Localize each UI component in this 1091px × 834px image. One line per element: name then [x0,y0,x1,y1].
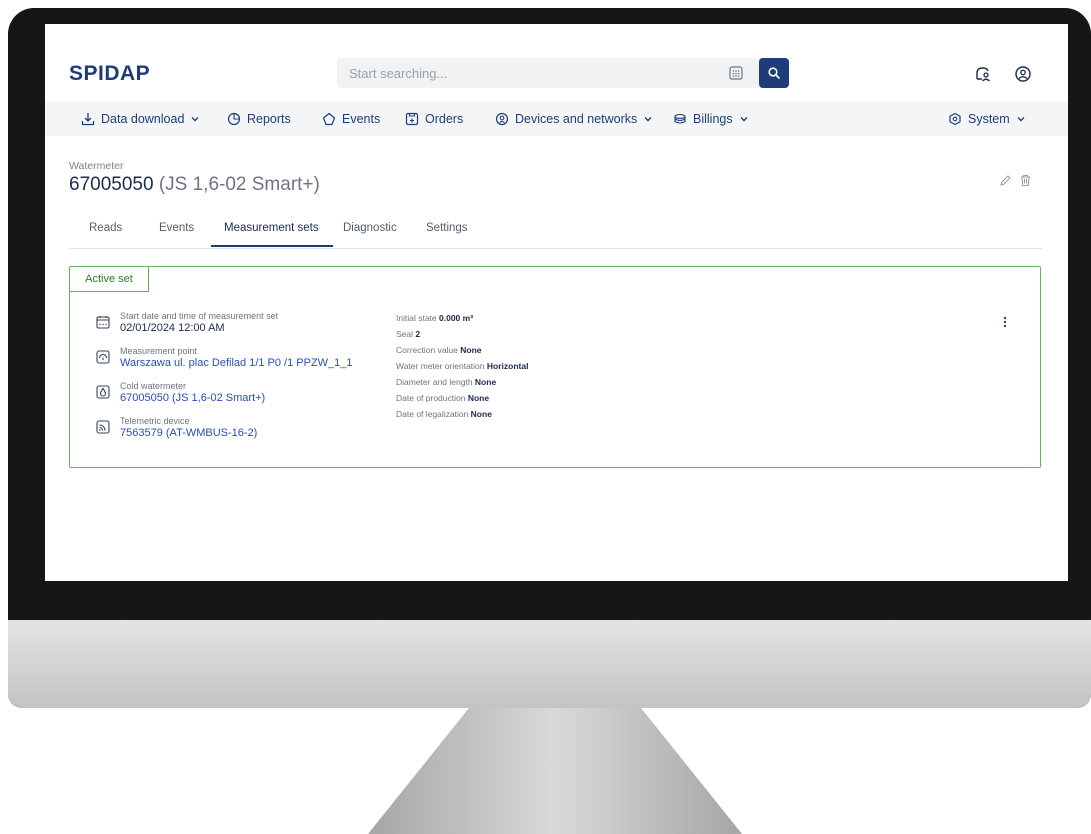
prop-value: None [474,377,497,387]
nav-data-download[interactable]: Data download [81,102,200,136]
prop-production-date: Date of production None [396,393,489,403]
active-set-label: Active set [70,267,149,292]
chevron-down-icon [644,117,652,122]
field-label: Cold watermeter [120,381,187,391]
tab-bar: Reads Events Measurement sets Diagnostic… [69,214,1042,249]
nav-label: Reports [247,112,291,126]
watermeter-icon [96,385,110,399]
monitor-stand [368,708,742,834]
orders-icon [405,112,419,126]
prop-diameter-length: Diameter and length None [396,377,496,387]
prop-value: None [467,393,490,403]
prop-value: 2 [415,329,421,339]
events-icon [322,112,336,126]
app-screen: SPIDAP Data download Repor [45,24,1068,581]
chevron-down-icon [1017,117,1025,122]
field-label: Telemetric device [120,416,190,426]
prop-value: Horizontal [486,361,529,371]
tab-events[interactable]: Events [159,222,194,234]
prop-label: Water meter orientation [396,361,485,371]
prop-legalization-date: Date of legalization None [396,409,492,419]
measurement-point-icon [96,350,110,364]
devices-icon [495,112,509,126]
tab-settings[interactable]: Settings [426,222,468,234]
prop-correction-value: Correction value None [396,345,482,355]
prop-orientation: Water meter orientation Horizontal [396,361,528,371]
telemetric-device-icon [96,420,110,434]
search-input[interactable] [337,58,729,88]
prop-label: Initial state [396,313,437,323]
nav-events[interactable]: Events [322,102,380,136]
user-account-icon[interactable] [1013,64,1033,84]
delete-icon[interactable] [1018,173,1032,187]
monitor-chin [8,620,1091,708]
search-button[interactable] [759,58,789,88]
prop-label: Correction value [396,345,458,355]
chevron-down-icon [740,117,748,122]
main-navbar: Data download Reports Events Orders Devi… [45,102,1068,136]
search-bar [337,58,789,88]
calendar-icon [96,316,110,329]
nav-label: Events [342,112,381,126]
nav-system[interactable]: System [948,102,1026,136]
field-value: 02/01/2024 12:00 AM [120,322,225,334]
field-label: Start date and time of measurement set [120,311,279,321]
prop-value: 0.000 m³ [439,313,474,323]
nav-label: Orders [425,112,464,126]
edit-icon[interactable] [998,173,1012,187]
notification-user-icon[interactable] [973,64,993,84]
breadcrumb: Watermeter [69,160,124,172]
prop-label: Diameter and length [396,377,473,387]
nav-billings[interactable]: Billings [673,102,749,136]
tab-measurement-sets[interactable]: Measurement sets [224,222,319,234]
calendar-icon[interactable] [727,64,745,82]
prop-value: None [470,409,492,419]
prop-label: Seal [396,329,414,339]
download-icon [81,113,95,126]
nav-label: Billings [693,112,733,126]
nav-devices-and-networks[interactable]: Devices and networks [495,102,653,136]
active-tab-indicator [211,245,333,247]
prop-seal: Seal 2 [396,329,420,339]
nav-orders[interactable]: Orders [405,102,463,136]
search-icon [768,67,780,79]
page-title: 67005050 (JS 1,6-02 Smart+) [69,174,320,196]
prop-label: Date of legalization [396,409,469,419]
measurement-point-link[interactable]: Warszawa ul. plac Defilad 1/1 P0 /1 PPZW… [120,357,353,369]
title-main: 67005050 [69,174,154,195]
nav-label: Data download [101,112,185,126]
active-set-card: Active set Start date and time of measur… [69,266,1041,468]
tab-reads[interactable]: Reads [89,222,122,234]
prop-initial-state: Initial state 0.000 m³ [396,313,473,323]
telemetric-device-link[interactable]: 7563579 (AT-WMBUS-16-2) [120,427,257,439]
prop-value: None [460,345,482,355]
title-model: (JS 1,6-02 Smart+) [153,174,320,195]
reports-icon [227,112,241,126]
nav-reports[interactable]: Reports [227,102,291,136]
tab-diagnostic[interactable]: Diagnostic [343,222,397,234]
field-label: Measurement point [120,346,198,356]
system-icon [949,112,961,126]
watermeter-link[interactable]: 67005050 (JS 1,6-02 Smart+) [120,392,265,404]
billings-icon [674,113,686,124]
chevron-down-icon [191,117,199,122]
nav-label: Devices and networks [515,112,638,126]
monitor-frame: SPIDAP Data download Repor [8,8,1091,708]
prop-label: Date of production [396,393,466,403]
more-options-icon[interactable] [998,315,1012,329]
app-logo[interactable]: SPIDAP [69,62,150,86]
nav-label: System [968,112,1010,126]
